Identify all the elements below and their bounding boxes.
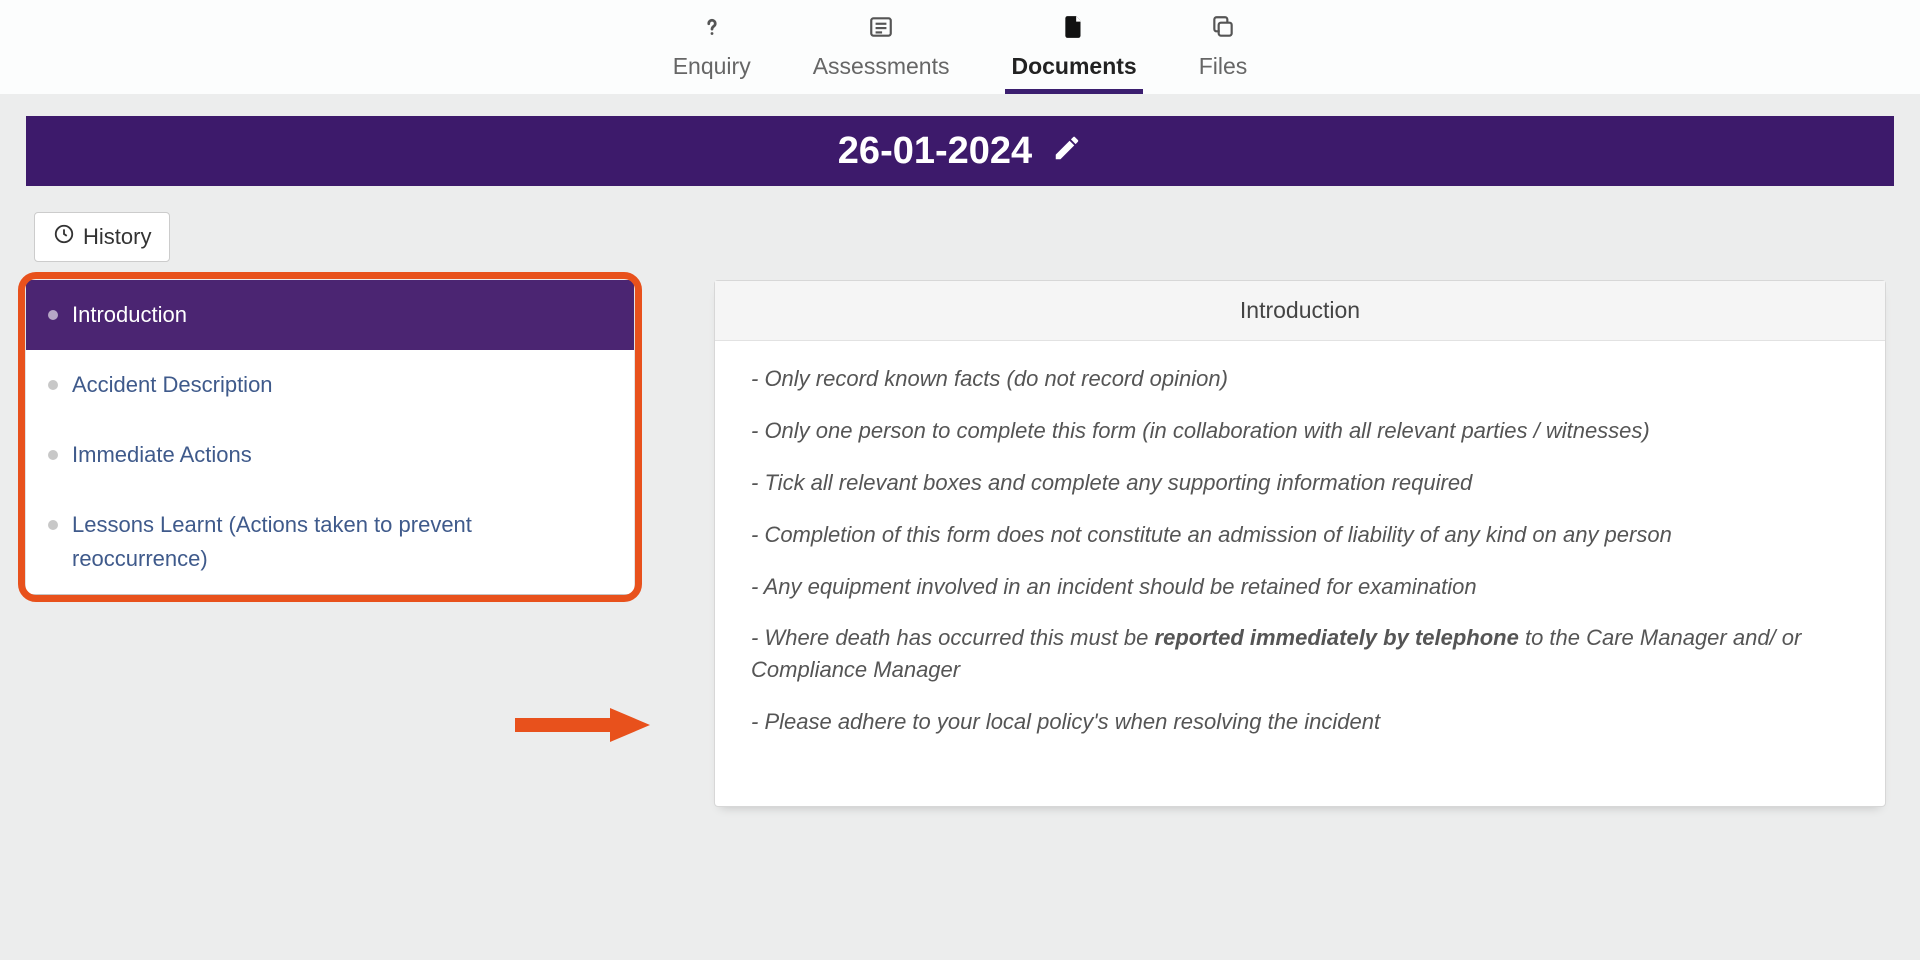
intro-line: - Only record known facts (do not record… <box>751 363 1849 395</box>
list-icon <box>868 14 894 47</box>
intro-line: - Tick all relevant boxes and complete a… <box>751 467 1849 499</box>
sidebar-item-lessons-learnt[interactable]: Lessons Learnt (Actions taken to prevent… <box>26 490 634 594</box>
content-title: Introduction <box>715 281 1885 341</box>
bullet-icon <box>48 520 58 530</box>
bullet-icon <box>48 310 58 320</box>
sidebar-item-label: Immediate Actions <box>72 438 252 472</box>
content-body: - Only record known facts (do not record… <box>715 341 1885 806</box>
intro-line: - Only one person to complete this form … <box>751 415 1849 447</box>
date-text: 26-01-2024 <box>838 130 1032 173</box>
intro-line: - Completion of this form does not const… <box>751 519 1849 551</box>
sidebar-item-accident-description[interactable]: Accident Description <box>26 350 634 420</box>
sidebar-item-immediate-actions[interactable]: Immediate Actions <box>26 420 634 490</box>
tab-label: Assessments <box>813 53 950 80</box>
tab-label: Documents <box>1011 53 1136 80</box>
sidebar-item-label: Introduction <box>72 298 187 332</box>
tab-enquiry[interactable]: Enquiry <box>667 0 757 94</box>
question-icon <box>699 14 725 47</box>
intro-line: - Where death has occurred this must be … <box>751 622 1849 686</box>
annotation-arrow-icon <box>510 700 650 750</box>
bullet-icon <box>48 380 58 390</box>
top-tabs: Enquiry Assessments Documents Files <box>0 0 1920 94</box>
history-button[interactable]: History <box>34 212 170 262</box>
intro-line: - Please adhere to your local policy's w… <box>751 706 1849 738</box>
clock-icon <box>53 223 75 251</box>
tab-files[interactable]: Files <box>1193 0 1254 94</box>
tab-label: Files <box>1199 53 1248 80</box>
sidebar-item-label: Lessons Learnt (Actions taken to prevent… <box>72 508 612 576</box>
sidebar-item-introduction[interactable]: Introduction <box>26 280 634 350</box>
file-icon <box>1061 14 1087 47</box>
intro-line: - Any equipment involved in an incident … <box>751 571 1849 603</box>
tab-documents[interactable]: Documents <box>1005 0 1142 94</box>
content-panel: Introduction - Only record known facts (… <box>714 280 1886 807</box>
date-bar: 26-01-2024 <box>26 116 1894 186</box>
history-label: History <box>83 224 151 250</box>
copy-icon <box>1210 14 1236 47</box>
pencil-icon[interactable] <box>1052 133 1082 169</box>
sidebar-item-label: Accident Description <box>72 368 273 402</box>
section-sidebar: Introduction Accident Description Immedi… <box>26 280 634 594</box>
tab-label: Enquiry <box>673 53 751 80</box>
bullet-icon <box>48 450 58 460</box>
tab-assessments[interactable]: Assessments <box>807 0 956 94</box>
